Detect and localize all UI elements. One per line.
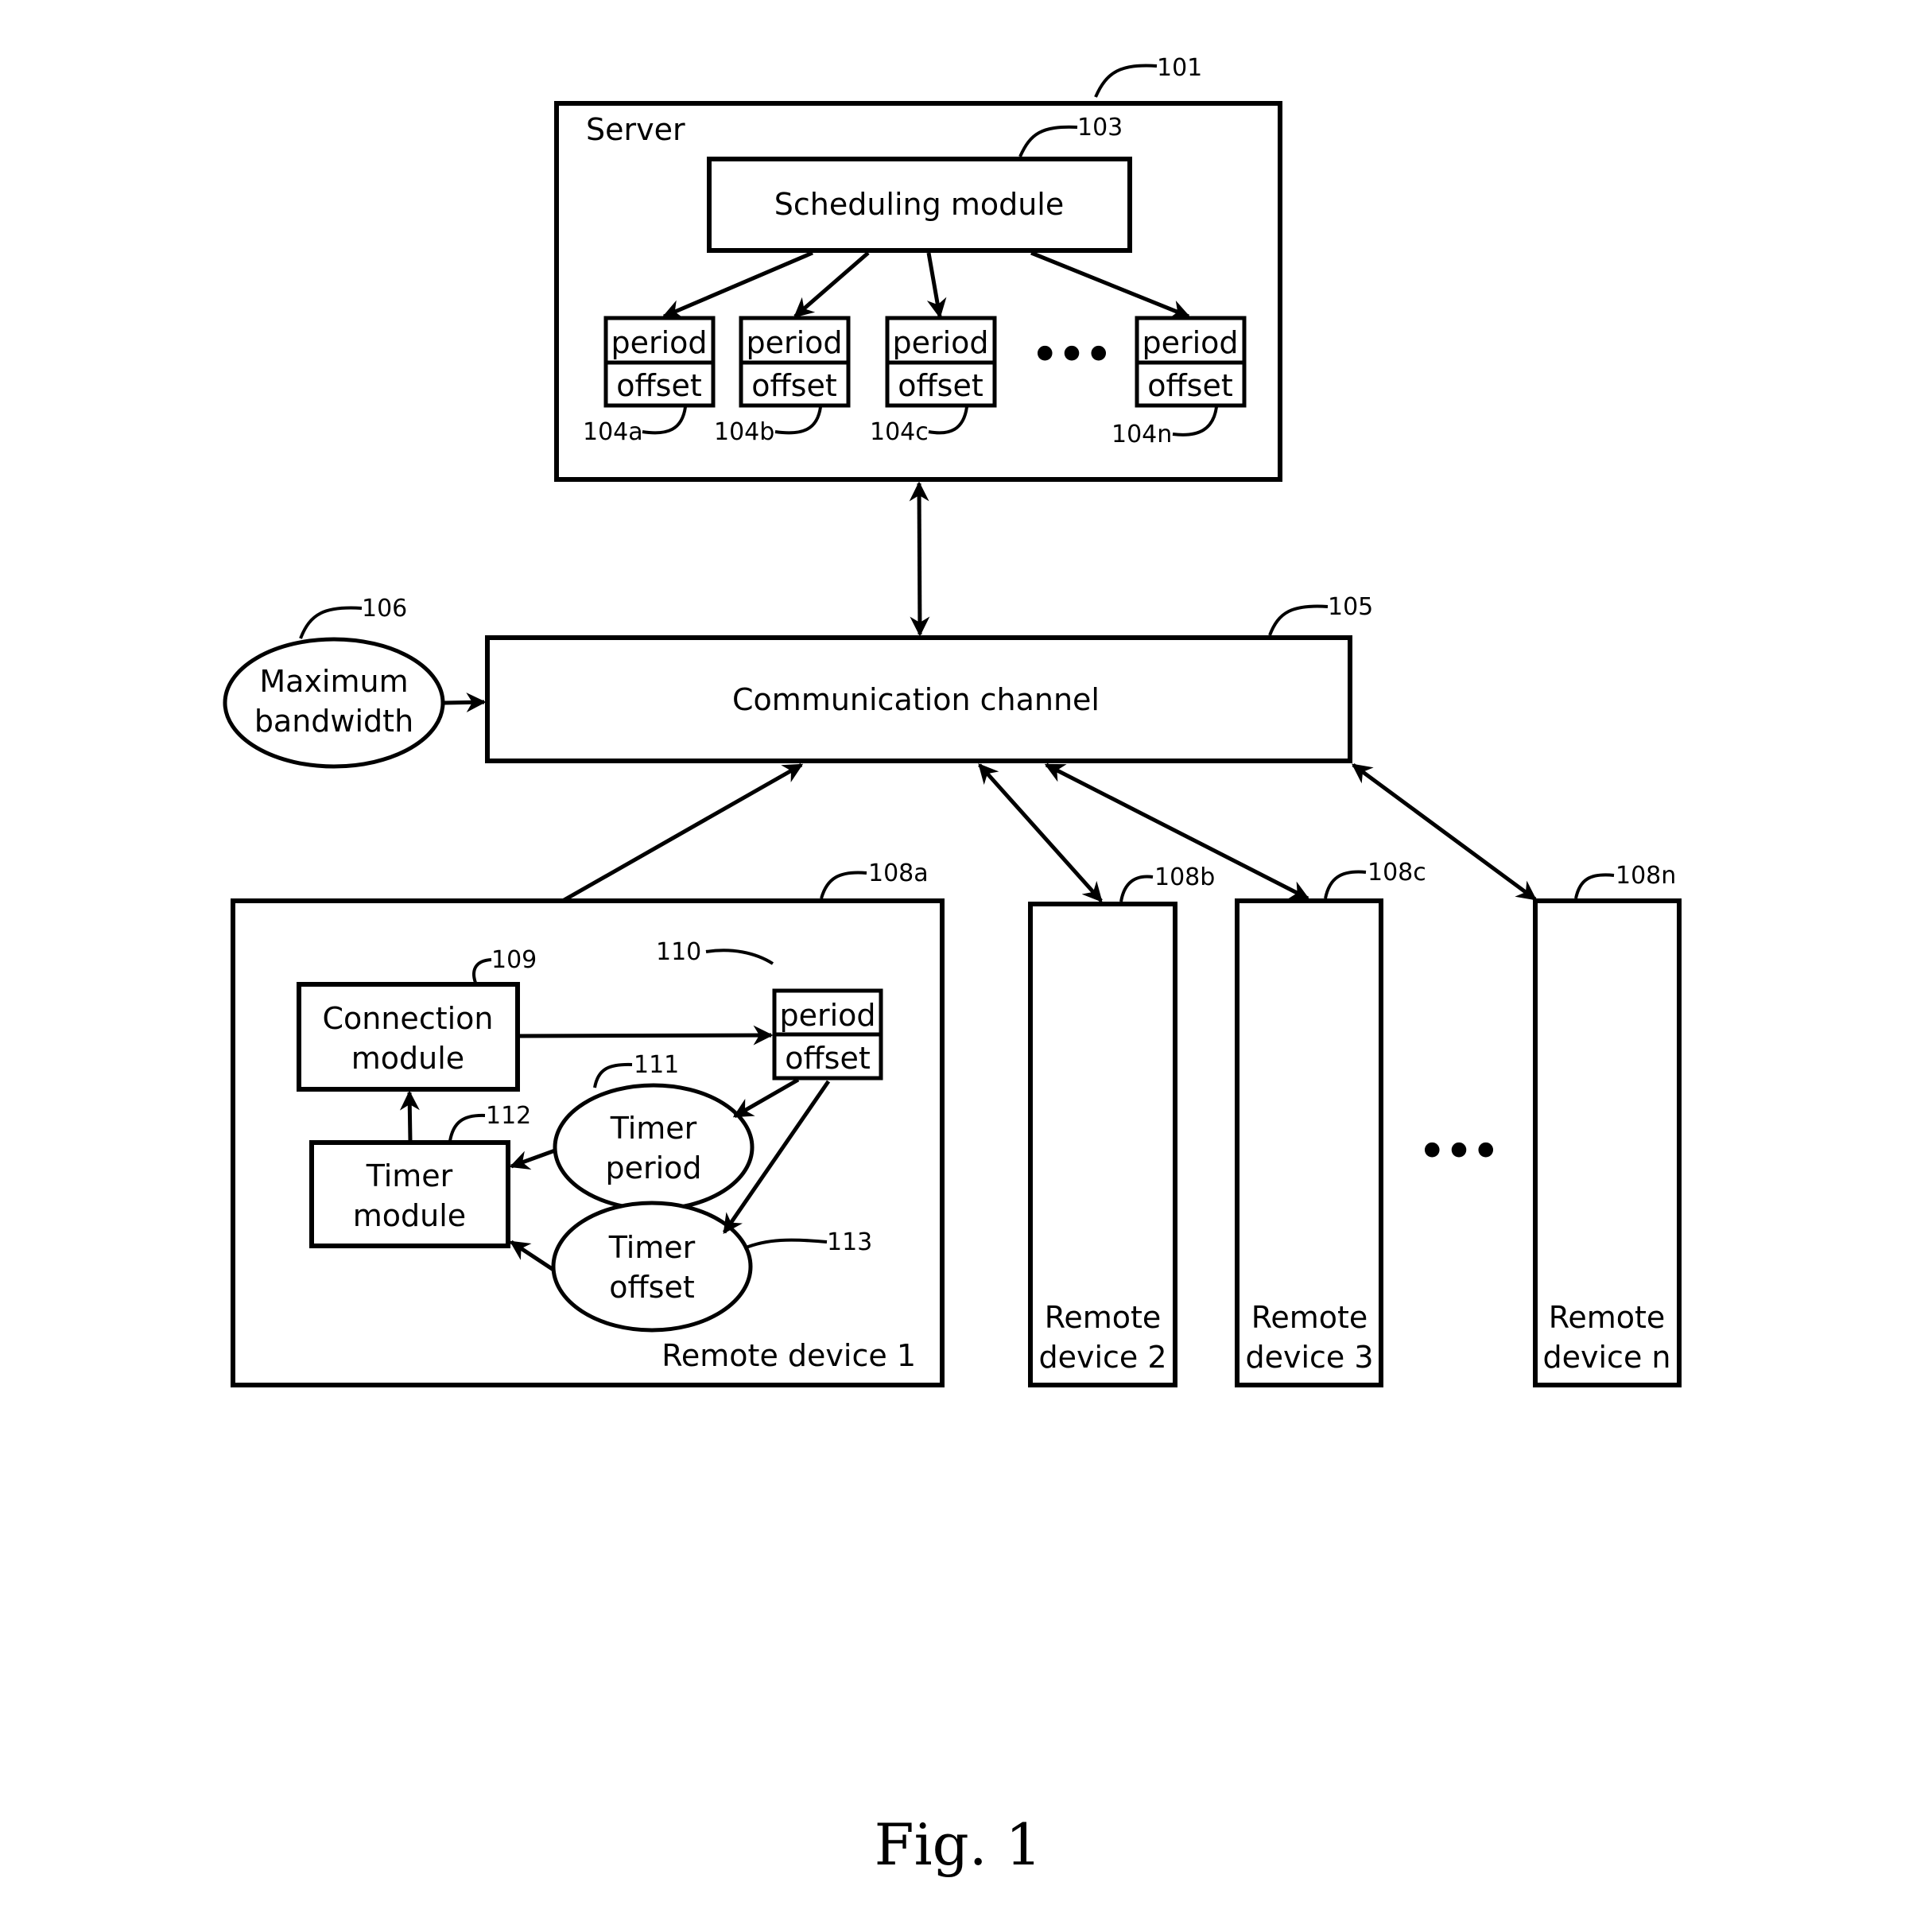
ref-111: 111 [634,1051,679,1079]
ref-105: 105 [1328,593,1373,621]
register-offset-label: offset [616,368,702,403]
leader-101 [1094,64,1158,98]
ref-108b: 108b [1154,863,1215,891]
leader-105 [1268,604,1329,636]
remote-device-n-line1: Remote [1549,1300,1666,1335]
connection-module-line1: Connection [322,1001,493,1036]
timer-period-line1: Timer [610,1111,697,1146]
leader-108n [1574,873,1615,899]
register-110-period: period [779,998,875,1033]
remote-device-3-line1: Remote [1251,1300,1368,1335]
ref-108a: 108a [868,859,929,887]
ref-113: 113 [827,1228,872,1256]
remote-device-n-line2: device n [1543,1340,1671,1375]
ref-108c: 108c [1368,859,1426,887]
server-label: Server [586,112,685,147]
register-110-offset: offset [785,1041,871,1076]
ref-108n: 108n [1616,862,1676,890]
ref-103: 103 [1077,114,1123,142]
leader-108b [1119,875,1154,902]
timer-offset-line2: offset [609,1270,695,1305]
register-period-label: period [746,325,842,360]
remote-device-1-label: Remote device 1 [661,1338,916,1373]
ref-106: 106 [362,595,407,623]
leader-108c [1324,870,1367,899]
ref-101: 101 [1157,54,1202,82]
bandwidth-ellipse [223,637,445,769]
bandwidth-line1: Maximum [259,664,408,699]
devices-ellipsis: ••• [1417,1123,1497,1181]
maximum-bandwidth: Maximum bandwidth 106 [223,595,487,769]
ref-104b: 104b [714,418,774,446]
timer-module-line1: Timer [366,1158,453,1193]
figure-caption: Fig. 1 [875,1811,1042,1878]
ref-109: 109 [491,946,537,974]
timer-offset-line1: Timer [608,1230,696,1265]
scheduling-module-label: Scheduling module [774,187,1065,222]
ref-110: 110 [656,938,701,966]
register-offset-label: offset [751,368,837,403]
communication-channel: Communication channel 105 [485,593,1373,763]
timer-offset-ellipse [551,1201,753,1333]
remote-device-3: Remote device 3 108c [1235,859,1426,1387]
remote-device-3-line2: device 3 [1245,1340,1373,1375]
remote-device-2-line2: device 2 [1038,1340,1166,1375]
bandwidth-line2: bandwidth [254,704,413,739]
register-offset-label: offset [898,368,983,403]
arrow-bandwidth-channel [444,692,487,712]
ref-112: 112 [486,1102,531,1130]
remote-device-2: Remote device 2 108b [1028,863,1215,1387]
remote-device-1: Remote device 1 108a Connection module 1… [231,859,945,1387]
register-period-label: period [611,325,707,360]
ref-104c: 104c [870,418,929,446]
timer-period-line2: period [605,1150,701,1185]
register-period-label: period [892,325,988,360]
registers-ellipsis: ••• [1030,326,1110,385]
ref-104n: 104n [1111,421,1172,448]
server-block: Server 101 Scheduling module 103 period … [554,54,1282,482]
ref-104a: 104a [583,418,643,446]
connection-module-line2: module [351,1041,464,1076]
channel-label: Communication channel [732,682,1100,717]
remote-device-2-line1: Remote [1045,1300,1162,1335]
register-period-label: period [1142,325,1238,360]
register-offset-label: offset [1147,368,1233,403]
arrow-server-channel [909,481,930,637]
arrow-timer-module-connection [399,1090,420,1142]
system-diagram: Server 101 Scheduling module 103 period … [223,54,1682,1878]
arrow-connection-register [519,1025,774,1046]
leader-106 [299,606,363,639]
timer-period-ellipse [553,1083,755,1212]
timer-module-line2: module [353,1198,466,1233]
remote-device-n: Remote device n 108n [1533,862,1682,1387]
leader-108a [820,871,867,899]
